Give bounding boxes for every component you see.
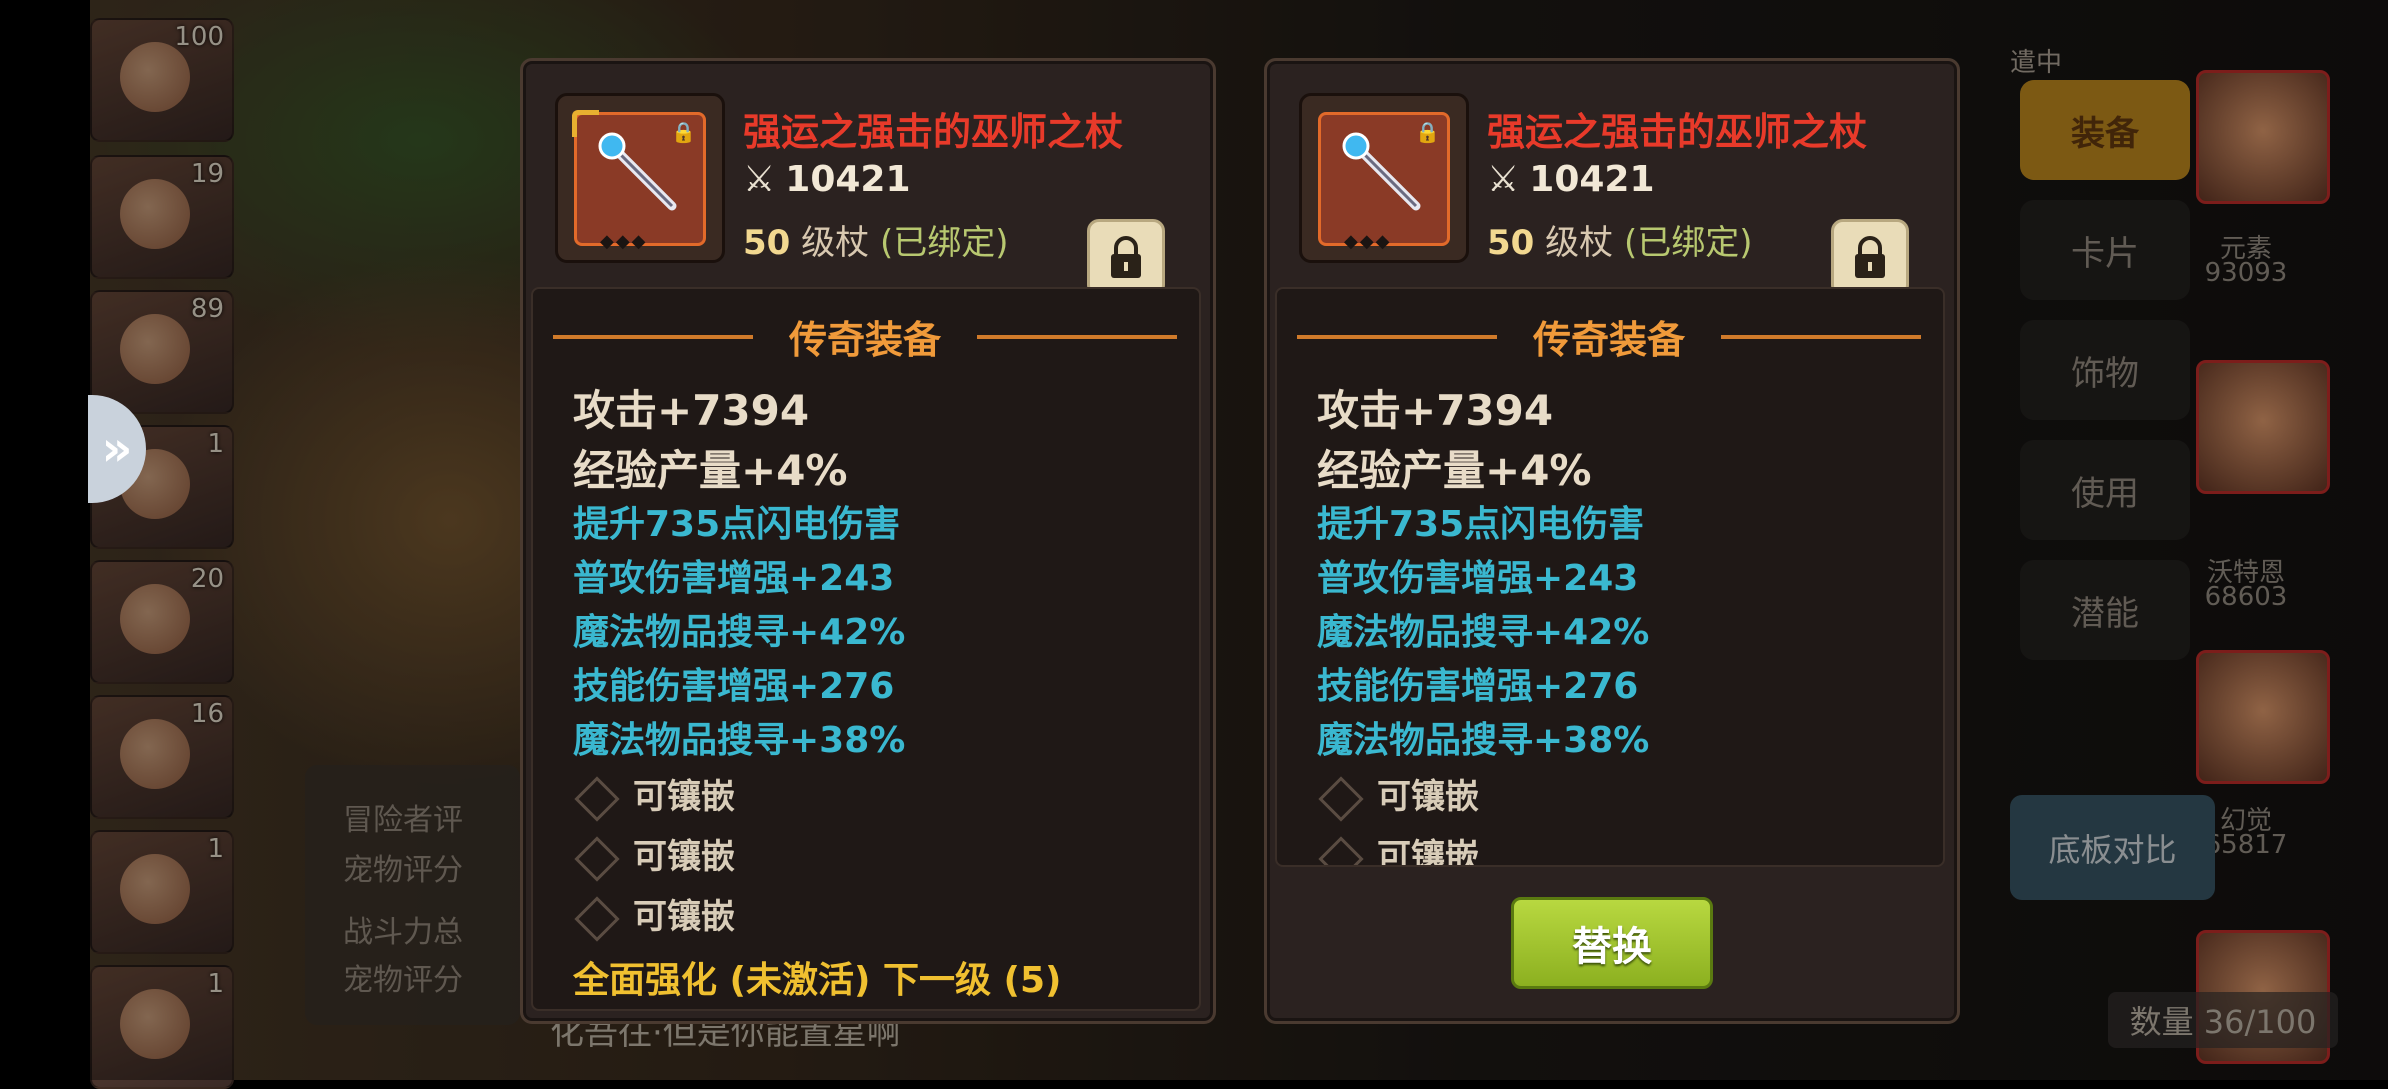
item-power-value: 10421 xyxy=(1529,159,1655,200)
set-bonus: 全面强化 (未激活) 下一级 (5) xyxy=(573,960,1062,1001)
replace-button[interactable]: 替换 xyxy=(1511,897,1713,989)
item-level-number: 50 xyxy=(1487,223,1535,263)
socket-diamond-icon xyxy=(574,835,620,882)
socket-label: 可镶嵌 xyxy=(633,897,735,937)
item-type: 级杖 xyxy=(801,223,870,263)
gem-socket: 可镶嵌 xyxy=(573,829,735,882)
gem-socket: 可镶嵌 xyxy=(573,889,735,942)
sub-stat: 魔法物品搜寻+42% xyxy=(1317,612,1650,653)
socket-label: 可镶嵌 xyxy=(1377,777,1479,817)
staff-icon: 🔒 ◆◆◆ xyxy=(1299,93,1469,263)
item-power: ⚔ 10421 xyxy=(743,159,911,200)
main-stat: 经验产量+4% xyxy=(573,446,848,495)
lock-button[interactable] xyxy=(1831,219,1909,297)
sub-stat: 魔法物品搜寻+42% xyxy=(573,612,906,653)
lock-icon xyxy=(1855,236,1885,278)
item-power-value: 10421 xyxy=(785,159,911,200)
lock-button[interactable] xyxy=(1087,219,1165,297)
gem-slots-icon: ◆◆◆ xyxy=(600,231,648,252)
sub-stat: 魔法物品搜寻+38% xyxy=(573,720,906,761)
item-stats-panel: 传奇装备 攻击+7394 经验产量+4% 提升735点闪电伤害 普攻伤害增强+2… xyxy=(531,287,1201,1011)
equipped-item-tooltip: 🔒 ◆◆◆ 强运之强击的巫师之杖 ⚔ 10421 50 级杖 (已绑定) 传奇装备… xyxy=(520,58,1216,1024)
bound-status: (已绑定) xyxy=(879,223,1009,263)
gem-slots-icon: ◆◆◆ xyxy=(1344,231,1392,252)
staff-icon: 🔒 ◆◆◆ xyxy=(555,93,725,263)
gem-socket: 可镶嵌 xyxy=(1317,769,1479,822)
sub-stat: 技能伤害增强+276 xyxy=(1317,666,1639,707)
main-stat: 经验产量+4% xyxy=(1317,446,1592,495)
item-level: 50 级杖 (已绑定) xyxy=(1487,215,1752,264)
item-name: 强运之强击的巫师之杖 xyxy=(1487,110,1868,154)
sub-stat: 普攻伤害增强+243 xyxy=(573,558,895,599)
small-lock-icon: 🔒 xyxy=(1415,120,1440,144)
item-name: 强运之强击的巫师之杖 xyxy=(743,110,1124,154)
sub-stat: 提升735点闪电伤害 xyxy=(573,504,901,545)
item-stats-panel[interactable]: 传奇装备 攻击+7394 经验产量+4% 提升735点闪电伤害 普攻伤害增强+2… xyxy=(1275,287,1945,867)
rarity-label: 传奇装备 xyxy=(788,318,941,362)
socket-label: 可镶嵌 xyxy=(633,837,735,877)
rarity-header: 传奇装备 xyxy=(553,309,1177,362)
chevron-right-icon: » xyxy=(101,421,133,477)
socket-label: 可镶嵌 xyxy=(633,777,735,817)
sub-stat: 提升735点闪电伤害 xyxy=(1317,504,1645,545)
bound-status: (已绑定) xyxy=(1623,223,1753,263)
socket-diamond-icon xyxy=(1318,835,1364,865)
gem-socket: 可镶嵌 xyxy=(573,769,735,822)
item-header: 🔒 ◆◆◆ 强运之强击的巫师之杖 ⚔ 10421 50 级杖 (已绑定) xyxy=(1299,93,1923,297)
item-power: ⚔ 10421 xyxy=(1487,159,1655,200)
item-level: 50 级杖 (已绑定) xyxy=(743,215,1008,264)
gem-socket: 可镶嵌 xyxy=(1317,829,1479,867)
crossed-swords-icon: ⚔ xyxy=(743,159,776,200)
item-level-number: 50 xyxy=(743,223,791,263)
sub-stat: 技能伤害增强+276 xyxy=(573,666,895,707)
sub-stat: 魔法物品搜寻+38% xyxy=(1317,720,1650,761)
small-lock-icon: 🔒 xyxy=(671,120,696,144)
socket-label: 可镶嵌 xyxy=(1377,837,1479,867)
sub-stat: 普攻伤害增强+243 xyxy=(1317,558,1639,599)
item-type: 级杖 xyxy=(1545,223,1614,263)
rarity-label: 传奇装备 xyxy=(1532,318,1685,362)
main-stat: 攻击+7394 xyxy=(1317,386,1554,435)
rarity-header: 传奇装备 xyxy=(1297,309,1921,362)
crossed-swords-icon: ⚔ xyxy=(1487,159,1520,200)
compare-item-tooltip: 🔒 ◆◆◆ 强运之强击的巫师之杖 ⚔ 10421 50 级杖 (已绑定) 传奇装备… xyxy=(1264,58,1960,1024)
socket-diamond-icon xyxy=(1318,775,1364,822)
socket-diamond-icon xyxy=(574,895,620,942)
socket-diamond-icon xyxy=(574,775,620,822)
item-header: 🔒 ◆◆◆ 强运之强击的巫师之杖 ⚔ 10421 50 级杖 (已绑定) xyxy=(555,93,1179,297)
main-stat: 攻击+7394 xyxy=(573,386,810,435)
lock-icon xyxy=(1111,236,1141,278)
